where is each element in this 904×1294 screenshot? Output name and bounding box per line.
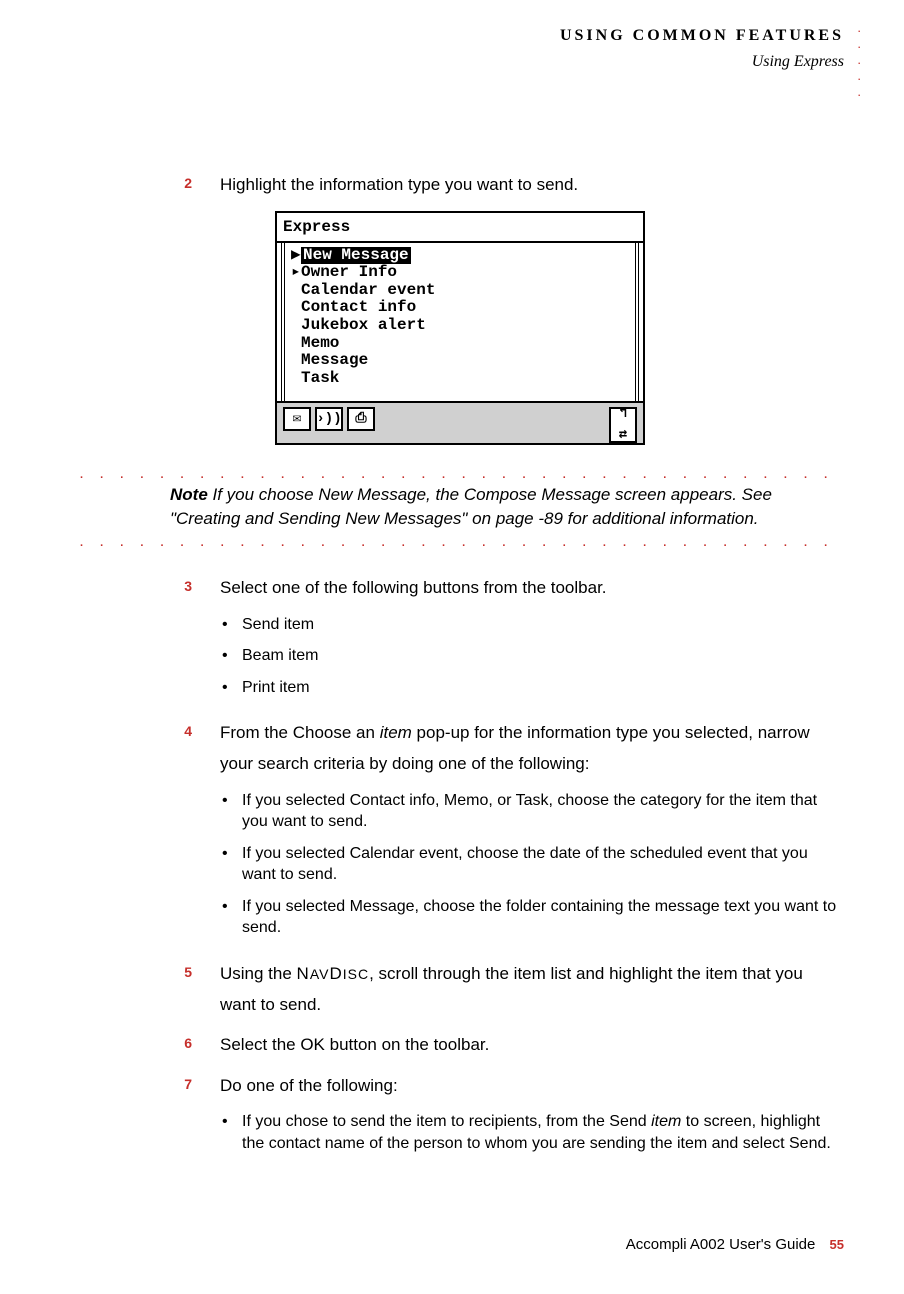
step-4: 4 From the Choose an item pop-up for the… [80, 718, 840, 949]
note-text: Note If you choose New Message, the Comp… [80, 479, 840, 535]
page-body: 2 Highlight the information type you wan… [80, 170, 840, 1175]
list-item: Task [291, 370, 629, 388]
device-title: Express [277, 213, 643, 243]
device-list: ▶New Message ▸Owner Info Calendar event … [281, 243, 639, 402]
corner-dots: ..... [857, 20, 861, 100]
footer-guide: Accompli A002 User's Guide [626, 1236, 816, 1253]
print-icon: ⎙ [347, 407, 375, 431]
step-number: 5 [80, 959, 220, 1020]
page-header: USING COMMON FEATURES Using Express [560, 24, 844, 74]
step-text: From the Choose an item pop-up for the i… [220, 718, 840, 949]
step-6: 6 Select the OK button on the toolbar. [80, 1030, 840, 1061]
step-text: Select one of the following buttons from… [220, 573, 840, 708]
step-5: 5 Using the NAVDISC, scroll through the … [80, 959, 840, 1020]
header-chapter: USING COMMON FEATURES [560, 24, 844, 48]
device-screenshot: Express ▶New Message ▸Owner Info Calenda… [275, 211, 645, 446]
beam-icon: ›)) [315, 407, 343, 431]
step-number: 6 [80, 1030, 220, 1061]
step-number: 2 [80, 170, 220, 201]
bullet: If you chose to send the item to recipie… [242, 1111, 840, 1154]
list-item: Calendar event [291, 282, 629, 300]
dot-divider: . . . . . . . . . . . . . . . . . . . . … [80, 535, 840, 547]
dot-divider: . . . . . . . . . . . . . . . . . . . . … [80, 467, 840, 479]
list-item: Contact info [291, 299, 629, 317]
step-2: 2 Highlight the information type you wan… [80, 170, 840, 201]
page-number: 55 [830, 1237, 844, 1252]
step-7: 7 Do one of the following: •If you chose… [80, 1071, 840, 1165]
step-number: 4 [80, 718, 220, 949]
bullet: If you selected Message, choose the fold… [242, 896, 840, 939]
step-3: 3 Select one of the following buttons fr… [80, 573, 840, 708]
bullet: Print item [242, 677, 840, 699]
page-footer: Accompli A002 User's Guide 55 [626, 1234, 844, 1257]
header-section: Using Express [560, 50, 844, 74]
list-item: Memo [291, 335, 629, 353]
bullet: If you selected Contact info, Memo, or T… [242, 790, 840, 833]
step-number: 3 [80, 573, 220, 708]
step-text: Highlight the information type you want … [220, 170, 840, 201]
bullet: Send item [242, 614, 840, 636]
bullet: If you selected Calendar event, choose t… [242, 843, 840, 886]
step-number: 7 [80, 1071, 220, 1165]
step-text: Select the OK button on the toolbar. [220, 1030, 840, 1061]
send-icon: ✉ [283, 407, 311, 431]
list-item: ▸Owner Info [291, 264, 629, 282]
figure-express-screen: Express ▶New Message ▸Owner Info Calenda… [80, 211, 840, 446]
bullet: Beam item [242, 645, 840, 667]
list-item: Message [291, 352, 629, 370]
step-text: Do one of the following: •If you chose t… [220, 1071, 840, 1165]
device-toolbar: ✉ ›)) ⎙ ↰⇄ [277, 401, 643, 443]
step-text: Using the NAVDISC, scroll through the it… [220, 959, 840, 1020]
navdisc-term: NAVDISC [297, 964, 370, 983]
list-item: Jukebox alert [291, 317, 629, 335]
list-item: ▶New Message [291, 247, 629, 265]
back-icon: ↰⇄ [609, 407, 637, 443]
note-callout: . . . . . . . . . . . . . . . . . . . . … [80, 459, 840, 555]
note-label: Note [170, 485, 208, 504]
